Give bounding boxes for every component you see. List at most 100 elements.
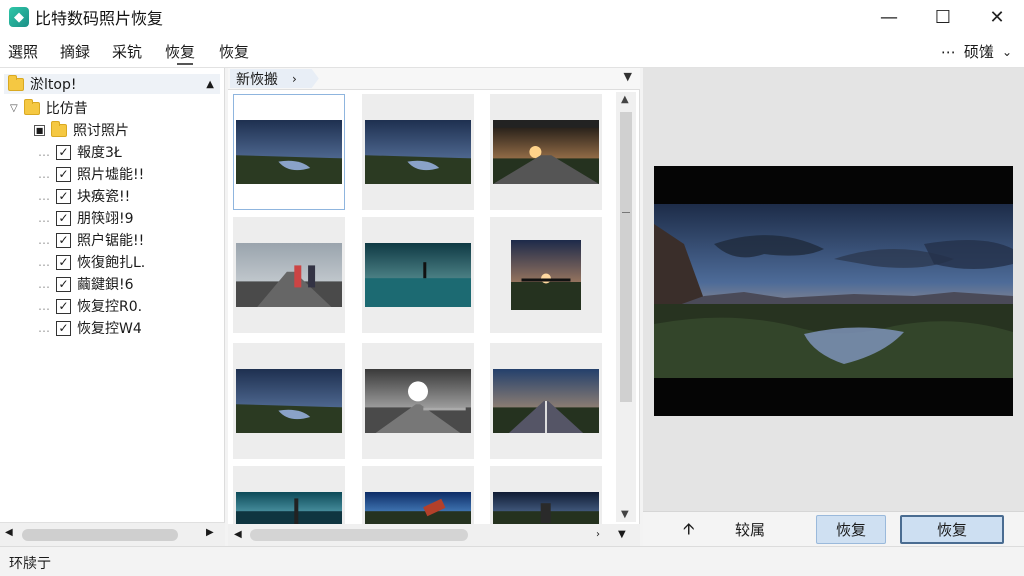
thumbnail[interactable] [490,217,602,333]
folder-icon [51,120,67,137]
thumbnail-image [493,120,599,184]
menu-item-4[interactable]: 恢复 [165,41,195,62]
preview-image-frame [654,166,1013,416]
tree-item-label: 块痪瓷!! [77,189,131,205]
checkbox[interactable]: ✓ [56,320,71,336]
menu-overflow[interactable]: ⋯ 硕馐 ⌄ [941,41,1012,62]
tree-item[interactable]: … ✓ 块痪瓷!! [38,186,130,206]
thumbnail-image [365,369,471,433]
title-bar: ◆ 比特数码照片恢复 — ☐ ✕ [0,0,1024,34]
thumbnail[interactable] [233,94,345,210]
folder-icon [23,98,40,115]
scrollbar-thumb[interactable] [620,112,632,402]
menu-item-5[interactable]: 恢复 [219,41,249,62]
thumbnail-image [365,492,471,524]
scroll-left-icon[interactable]: ◀ [234,529,242,540]
gallery-vertical-scrollbar[interactable]: ▲ ▼ [616,92,636,522]
scroll-down-icon[interactable]: ▼ [621,509,629,520]
thumbnail[interactable] [233,466,345,524]
folder-tree-panel: 淤ltop! ▲ ▽ 比仿昔 ■ 照讨照片 … ✓ 報度3Ł … ✓ 照片墟能!! … ✓ 块痪… [0,68,225,546]
expand-icon[interactable]: ▽ [10,103,18,114]
tree-item-label: 報度3Ł [77,145,122,161]
menu-item-2[interactable]: 摘録 [60,41,90,62]
tree-item-label: 照户锯能!! [77,233,145,249]
tree-item[interactable]: … ✓ 恢复控W4 [38,318,142,338]
tree-item-label: 恢復飽扎L. [77,255,146,271]
gallery-horizontal-scrollbar[interactable]: ◀ › ▼ [228,524,640,546]
scroll-right-icon[interactable]: ▶ [206,527,214,538]
tree-item[interactable]: … ✓ 報度3Ł [38,142,122,162]
sort-label[interactable]: 较属 [735,519,765,540]
chevron-up-icon[interactable]: ▲ [206,79,214,90]
gallery-header: 新恢搬 › ▼ [228,68,640,90]
tree-connector: … [38,189,50,203]
minimize-icon[interactable]: — [862,0,916,34]
tree-header[interactable]: 淤ltop! ▲ [4,74,220,94]
thumbnail[interactable] [490,466,602,524]
scrollbar-thumb[interactable] [22,529,178,541]
menu-item-1[interactable]: 選照 [8,41,38,62]
scroll-marker [622,212,630,213]
recover-button[interactable]: 恢复 [816,515,886,544]
status-bar: 环牍亍 [0,546,1024,576]
checkbox[interactable]: ✓ [56,144,71,160]
thumbnail[interactable] [362,217,474,333]
tree-connector: … [38,299,50,313]
checkbox[interactable]: ✓ [56,210,71,226]
menu-item-3[interactable]: 采钪 [112,41,142,62]
tree-root[interactable]: ▽ 比仿昔 [10,98,88,118]
preview-image[interactable] [654,204,1013,378]
thumbnail[interactable] [362,94,474,210]
tree-connector: … [38,145,50,159]
menu-right-label: 硕馐 [963,43,994,61]
status-text: 环牍亍 [9,556,51,572]
window-title: 比特数码照片恢复 [35,9,164,28]
tree-item[interactable]: … ✓ 繭鍵鋇!6 [38,274,134,294]
tree-item[interactable]: … ✓ 朋筷翊!9 [38,208,134,228]
tree-item[interactable]: … ✓ 恢復飽扎L. [38,252,145,272]
thumbnail-image [493,369,599,433]
close-icon[interactable]: ✕ [970,0,1024,34]
dropdown-icon[interactable]: ▼ [618,529,626,540]
app-logo-icon: ◆ [9,7,29,27]
maximize-icon[interactable]: ☐ [916,0,970,34]
scroll-left-icon[interactable]: ◀ [5,527,13,538]
tree-connector: … [38,167,50,181]
tree-item-label: 恢复控W4 [77,321,142,337]
tree-item[interactable]: … ✓ 照片墟能!! [38,164,144,184]
checkbox[interactable]: ✓ [56,232,71,248]
chevron-down-icon[interactable]: ▼ [624,70,632,83]
recover-primary-button[interactable]: 恢复 [900,515,1004,544]
checkbox[interactable]: ✓ [56,166,71,182]
tree-item-label: 朋筷翊!9 [77,211,134,227]
tree-folder[interactable]: ■ 照讨照片 [34,120,129,140]
thumbnail[interactable] [362,343,474,459]
checkbox[interactable]: ✓ [56,276,71,292]
thumbnail-image [493,492,599,524]
tree-item[interactable]: … ✓ 恢复控R0. [38,296,142,316]
breadcrumb[interactable]: 新恢搬 › [230,69,319,88]
thumbnail[interactable] [490,94,602,210]
preview-panel: 🡩 较属 恢复 恢复 [643,68,1024,546]
thumbnail[interactable] [490,343,602,459]
tree-item[interactable]: … ✓ 照户锯能!! [38,230,144,250]
chevron-right-icon: › [292,71,297,86]
scroll-up-icon[interactable]: ▲ [621,94,629,105]
thumbnail[interactable] [233,217,345,333]
tree-folder-label: 照讨照片 [73,123,129,139]
checkbox[interactable]: ✓ [56,188,71,204]
checkbox[interactable]: ✓ [56,298,71,314]
thumbnail-image [511,240,581,310]
thumbnail[interactable] [233,343,345,459]
scroll-right-icon[interactable]: › [596,529,600,540]
tree-connector: … [38,211,50,225]
scrollbar-thumb[interactable] [250,529,468,541]
thumbnail-image [236,492,342,524]
partial-checkbox[interactable]: ■ [34,124,45,136]
checkbox[interactable]: ✓ [56,254,71,270]
arrow-up-icon[interactable]: 🡩 [683,518,695,545]
tree-item-label: 繭鍵鋇!6 [77,277,134,293]
thumbnail[interactable] [362,466,474,524]
tree-horizontal-scrollbar[interactable]: ◀ ▶ [0,522,225,546]
thumbnail-image [236,243,342,307]
